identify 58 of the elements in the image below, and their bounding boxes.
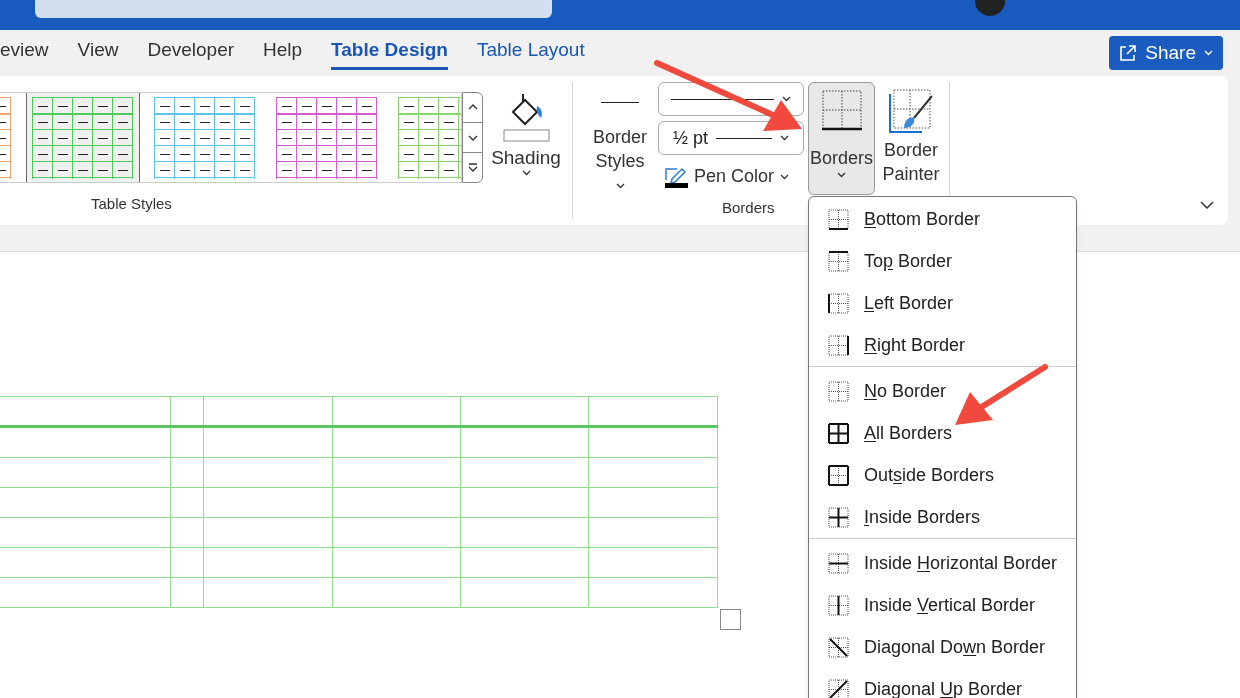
border-icon [827,677,850,698]
borders-icon [820,89,863,131]
menu-item[interactable]: Left Border [809,282,1076,324]
border-painter-button[interactable]: Border Painter [881,82,941,186]
table-resize-handle[interactable] [720,609,741,630]
menu-item[interactable]: Top Border [809,240,1076,282]
border-icon [827,333,850,357]
ribbon-tab[interactable]: Table Design [331,35,448,71]
menu-item[interactable]: Inside Borders [809,496,1076,538]
border-styles-button[interactable]: Border Styles [585,102,655,197]
share-button[interactable]: Share [1109,36,1223,70]
chevron-down-icon [467,133,478,142]
line-icon [601,102,639,103]
pen-color-button[interactable]: Pen Color [664,163,804,190]
menu-item[interactable]: Diagonal Up Border [809,668,1076,698]
border-icon [827,463,850,487]
border-icon [827,635,850,659]
collapse-ribbon-icon [1200,201,1214,209]
line-weight-value: ½ pt [673,126,709,150]
border-icon [827,593,850,617]
pen-icon [664,165,688,188]
border-icon [827,551,850,575]
menu-item[interactable]: Outside Borders [809,454,1076,496]
ribbon-tab[interactable]: Developer [147,35,235,71]
chevron-down-icon [780,173,790,180]
chevron-down-icon [780,135,789,141]
chevron-down-icon [782,96,791,102]
chevron-down-icon [521,170,531,176]
borders-button[interactable]: Borders [808,82,875,195]
chevron-up-icon [467,103,478,112]
chevron-down-icon [1204,50,1213,56]
border-icon [827,505,850,529]
menu-item[interactable]: Diagonal Down Border [809,626,1076,668]
ribbon-tab[interactable]: View [77,35,119,71]
menu-item[interactable]: Bottom Border [809,198,1076,240]
border-icon [827,379,850,403]
group-label: Borders [722,198,775,218]
chevron-down-icon [837,172,846,178]
menu-item[interactable]: No Border [809,370,1076,412]
shading-button[interactable]: Shading [491,92,561,176]
menu-item[interactable]: Inside Horizontal Border [809,542,1076,584]
ribbon-tab[interactable]: Help [263,35,303,71]
group-label: Table Styles [91,193,172,214]
paint-bucket-icon [501,92,551,142]
table-style-thumbnail[interactable] [26,93,140,182]
border-icon [827,207,850,231]
search-field[interactable] [35,0,552,18]
border-icon [827,249,850,273]
ribbon-tab[interactable]: Table Layout [476,35,585,71]
border-painter-icon [888,88,934,134]
menu-item[interactable]: Right Border [809,324,1076,366]
chevron-down-icon [615,183,625,190]
menu-item[interactable]: Inside Vertical Border [809,584,1076,626]
border-icon [827,291,850,315]
share-icon [1119,44,1138,62]
ribbon-tab[interactable]: eview [0,35,49,71]
border-icon [827,421,850,445]
more-icon [467,163,478,172]
